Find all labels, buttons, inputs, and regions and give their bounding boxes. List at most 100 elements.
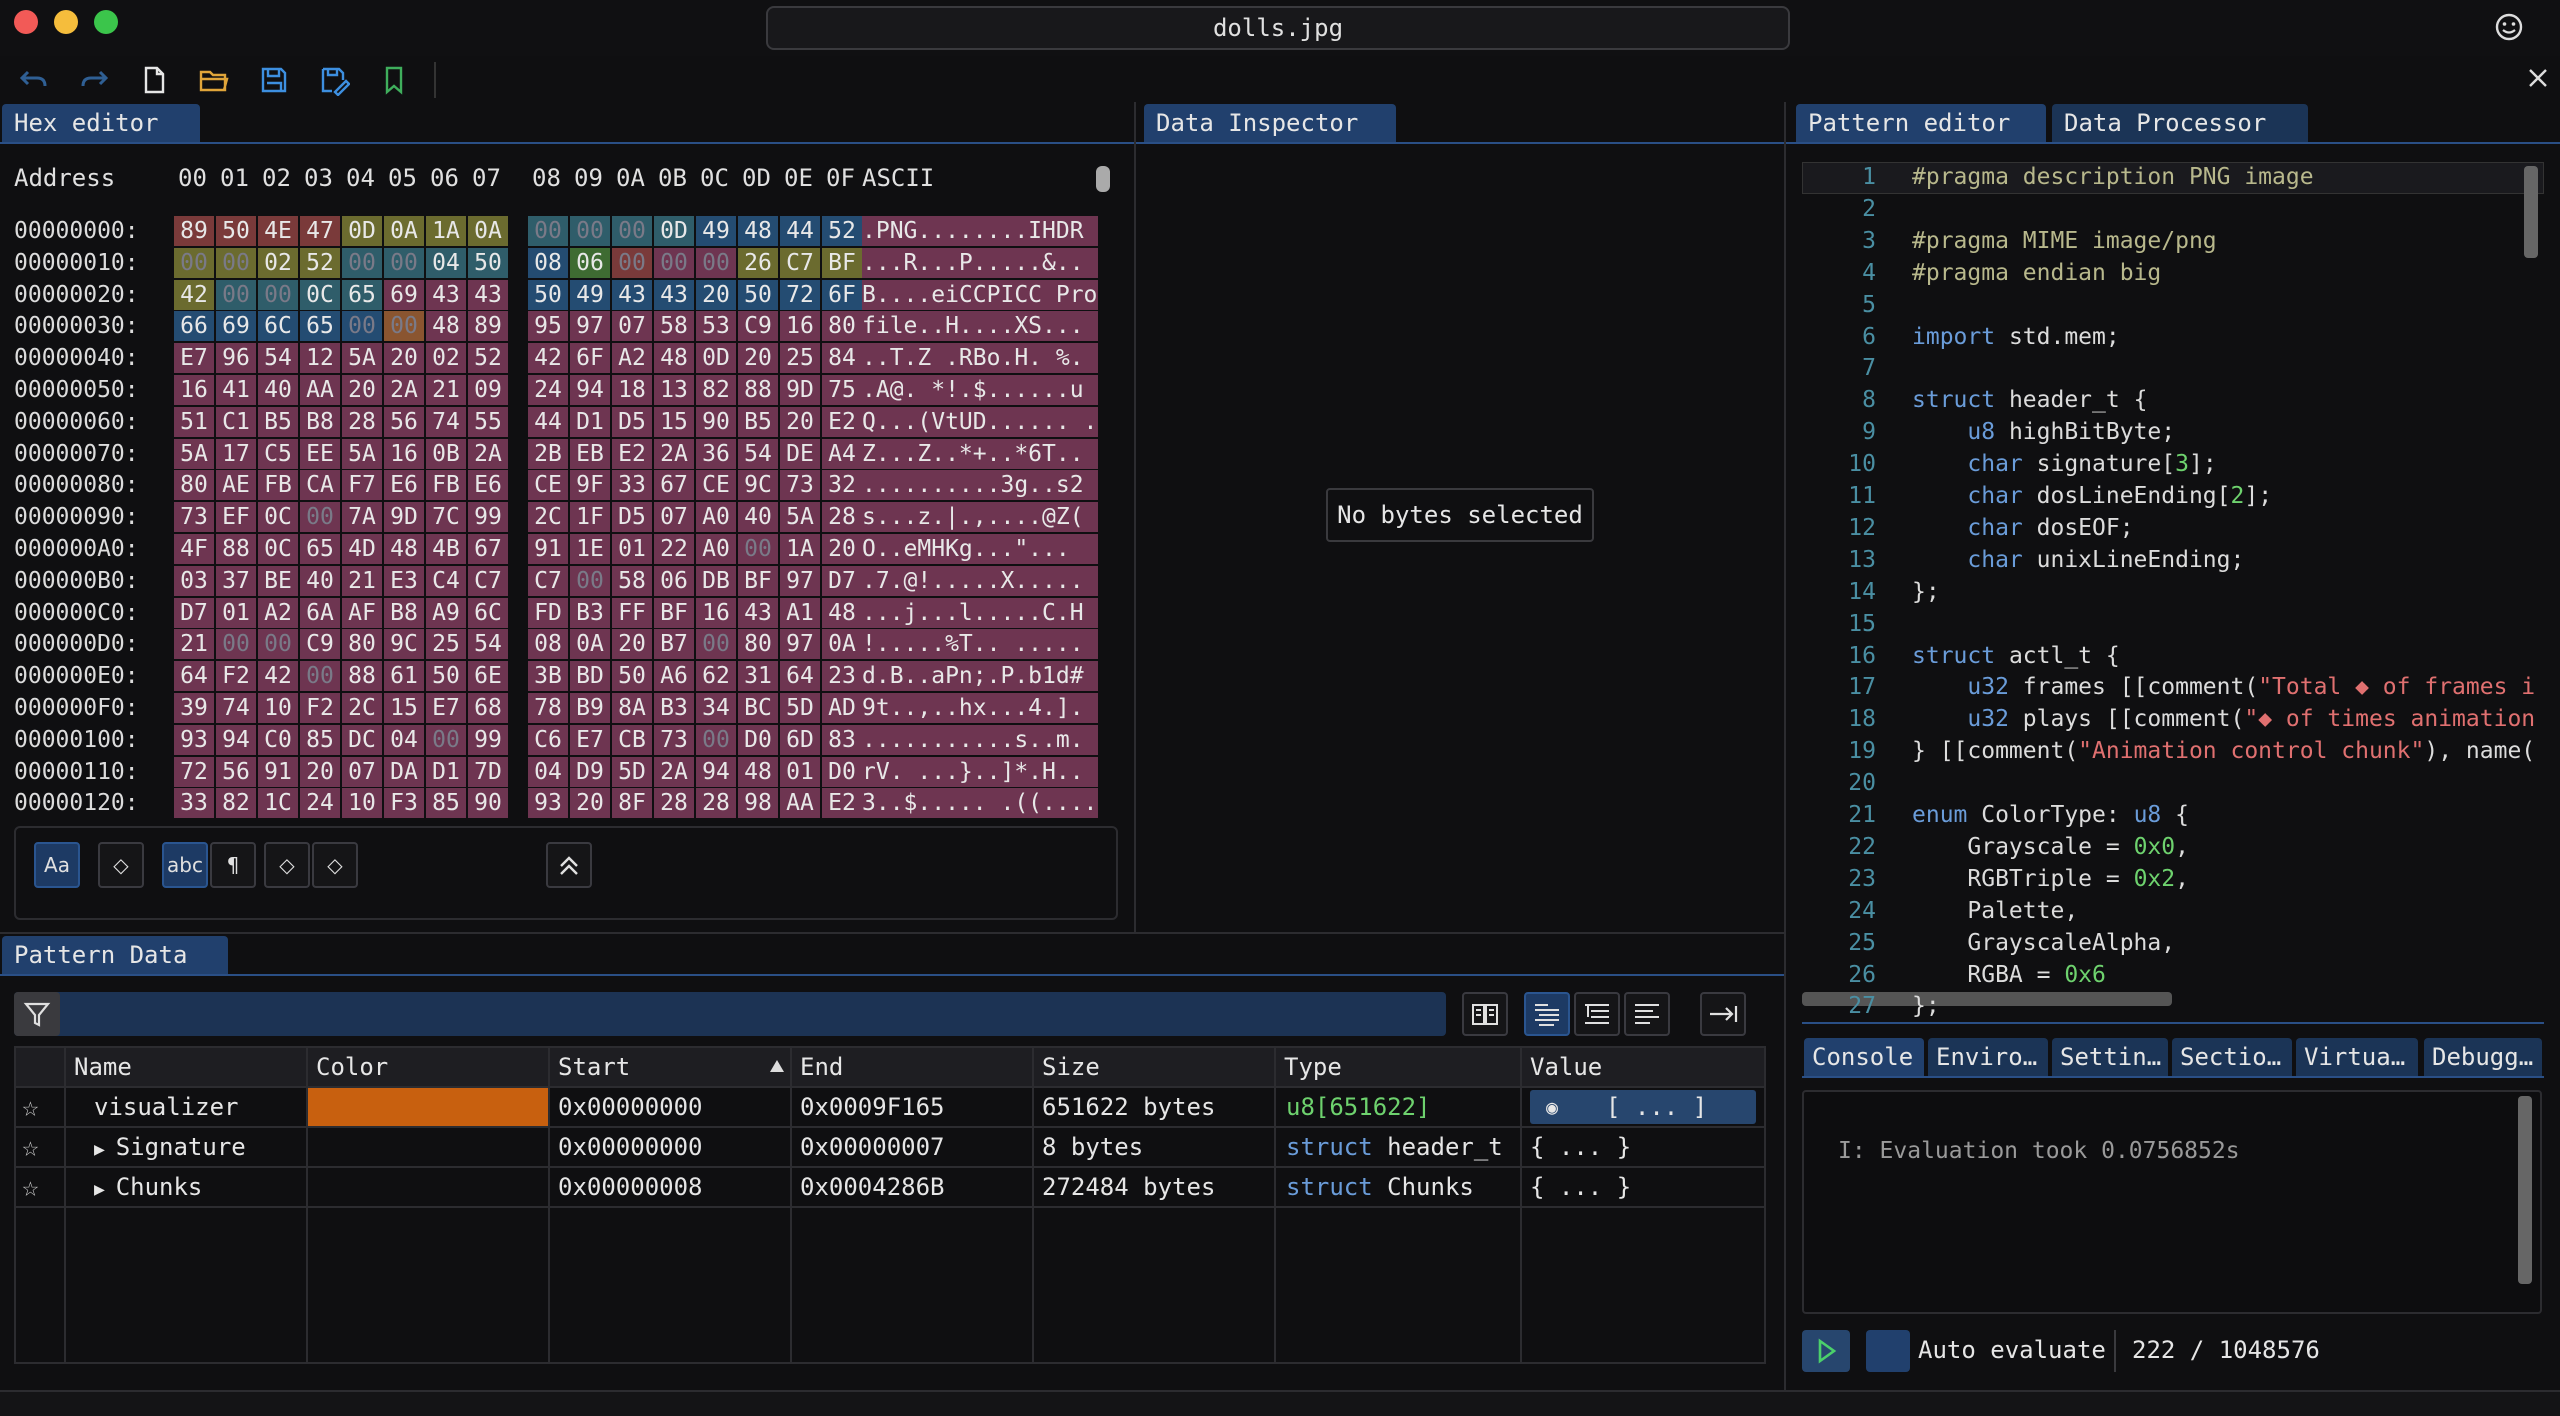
divider[interactable] bbox=[1134, 102, 1136, 932]
hex-byte[interactable]: 43 bbox=[468, 279, 508, 310]
hex-row[interactable]: 000000F0: 39 74 10 F2 2C 15 E7 68 78 B9 8A B3 34 BC 5D A… bbox=[14, 693, 1098, 725]
column-header-value[interactable]: Value bbox=[1530, 1048, 1762, 1086]
code-line[interactable]: 3 #pragma MIME image/png bbox=[1796, 228, 2217, 260]
hex-byte[interactable]: 00 bbox=[696, 247, 736, 278]
hex-byte[interactable]: 3B bbox=[528, 661, 568, 692]
hex-byte[interactable]: CE bbox=[696, 470, 736, 501]
hex-row[interactable]: 00000000: 89 50 4E 47 0D 0A 1A 0A 00 00 00 0D 49 48 44 5… bbox=[14, 216, 1098, 248]
hex-row[interactable]: 00000080: 80 AE FB CA F7 E6 FB E6 CE 9F 33 67 CE 9C 73 3… bbox=[14, 470, 1098, 502]
hex-byte[interactable]: 8A bbox=[612, 693, 652, 723]
hex-byte[interactable]: 20 bbox=[384, 343, 424, 374]
hex-byte[interactable]: 39 bbox=[174, 693, 214, 723]
hex-byte[interactable]: B3 bbox=[654, 693, 694, 723]
hex-byte[interactable]: A2 bbox=[258, 597, 298, 628]
hex-byte[interactable]: 00 bbox=[612, 247, 652, 278]
hex-byte[interactable]: 54 bbox=[258, 343, 298, 374]
hex-byte[interactable]: 65 bbox=[300, 534, 340, 564]
hex-byte[interactable]: 2A bbox=[468, 438, 508, 469]
hex-ascii[interactable]: ...........s..m. bbox=[862, 724, 1098, 755]
hex-byte[interactable]: 20 bbox=[696, 279, 736, 310]
tab-enviro[interactable]: Enviro… bbox=[1928, 1038, 2048, 1076]
hex-byte[interactable]: 89 bbox=[468, 311, 508, 342]
hex-byte[interactable]: 32 bbox=[822, 470, 862, 501]
hex-byte[interactable]: C6 bbox=[528, 724, 568, 755]
hex-byte[interactable]: 85 bbox=[300, 724, 340, 755]
run-button[interactable] bbox=[1802, 1330, 1850, 1372]
hex-byte[interactable]: 00 bbox=[570, 565, 610, 596]
view-tree-button[interactable] bbox=[1574, 992, 1620, 1036]
hex-byte[interactable]: 48 bbox=[738, 756, 778, 787]
hex-byte[interactable]: 48 bbox=[426, 311, 466, 342]
hex-byte[interactable]: 52 bbox=[300, 247, 340, 278]
code-line[interactable]: 27}; bbox=[1796, 993, 1939, 1025]
hex-byte[interactable]: 74 bbox=[426, 406, 466, 437]
hex-byte[interactable]: 20 bbox=[738, 343, 778, 374]
hex-byte[interactable]: 58 bbox=[612, 565, 652, 596]
hex-byte[interactable]: 17 bbox=[216, 438, 256, 469]
hex-byte[interactable]: A9 bbox=[426, 597, 466, 628]
hex-byte[interactable]: 02 bbox=[258, 247, 298, 278]
hex-byte[interactable]: 97 bbox=[780, 565, 820, 596]
hex-byte[interactable]: 37 bbox=[216, 565, 256, 596]
hex-byte[interactable]: 16 bbox=[780, 311, 820, 342]
hex-byte[interactable]: E7 bbox=[426, 693, 466, 723]
hex-byte[interactable]: A1 bbox=[780, 597, 820, 628]
hex-byte[interactable]: 50 bbox=[426, 661, 466, 692]
save-as-icon[interactable] bbox=[318, 64, 350, 96]
minimize-window-button[interactable] bbox=[54, 10, 78, 34]
hex-byte[interactable]: 07 bbox=[612, 311, 652, 342]
hex-byte[interactable]: CB bbox=[612, 724, 652, 755]
hex-byte[interactable]: A6 bbox=[654, 661, 694, 692]
save-icon[interactable] bbox=[258, 64, 290, 96]
code-line[interactable]: 9 u8 highBitByte; bbox=[1796, 419, 2175, 451]
column-header-end[interactable]: End bbox=[800, 1048, 1030, 1086]
hex-byte[interactable]: 83 bbox=[822, 724, 862, 755]
hex-byte[interactable]: 7C bbox=[426, 502, 466, 533]
hex-byte[interactable]: 99 bbox=[468, 502, 508, 533]
hex-byte[interactable]: 00 bbox=[426, 724, 466, 755]
hex-byte[interactable]: 0D bbox=[696, 343, 736, 374]
hex-byte[interactable]: 65 bbox=[300, 311, 340, 342]
hex-byte[interactable]: DE bbox=[780, 438, 820, 469]
tab-pattern-data[interactable]: Pattern Data bbox=[2, 936, 228, 974]
hex-byte[interactable]: 0C bbox=[258, 502, 298, 533]
hex-byte[interactable]: 02 bbox=[426, 343, 466, 374]
hex-byte[interactable]: 69 bbox=[384, 279, 424, 310]
hex-byte[interactable]: 40 bbox=[300, 565, 340, 596]
hex-ascii[interactable]: O..eMHKg..."... bbox=[862, 534, 1098, 564]
hex-byte[interactable]: 82 bbox=[216, 788, 256, 819]
hex-byte[interactable]: 65 bbox=[342, 279, 382, 310]
hex-byte[interactable]: FF bbox=[612, 597, 652, 628]
hex-byte[interactable]: 9D bbox=[384, 502, 424, 533]
zoom-window-button[interactable] bbox=[94, 10, 118, 34]
expand-arrow-icon[interactable]: ▶ bbox=[94, 1139, 116, 1160]
hex-byte[interactable]: E2 bbox=[822, 406, 862, 437]
hex-byte[interactable]: 00 bbox=[654, 247, 694, 278]
hex-byte[interactable]: 2C bbox=[342, 693, 382, 723]
hex-byte[interactable]: C7 bbox=[468, 565, 508, 596]
hex-byte[interactable]: 00 bbox=[216, 279, 256, 310]
hex-byte[interactable]: 94 bbox=[696, 756, 736, 787]
hex-byte[interactable]: AE bbox=[216, 470, 256, 501]
tab-hex-editor[interactable]: Hex editor bbox=[2, 104, 200, 142]
hex-byte[interactable]: 80 bbox=[342, 629, 382, 660]
hex-byte[interactable]: 2C bbox=[528, 502, 568, 533]
hex-byte[interactable]: 4F bbox=[174, 534, 214, 564]
hex-ascii[interactable]: .7.@!.....X..... bbox=[862, 565, 1098, 596]
hex-byte[interactable]: 84 bbox=[822, 343, 862, 374]
hex-byte[interactable]: 9C bbox=[738, 470, 778, 501]
hex-byte[interactable]: DA bbox=[384, 756, 424, 787]
hex-byte[interactable]: BF bbox=[738, 565, 778, 596]
hex-byte[interactable]: 1F bbox=[570, 502, 610, 533]
hex-byte[interactable]: CE bbox=[528, 470, 568, 501]
jump-to-button[interactable] bbox=[1700, 992, 1746, 1036]
tab-pattern-editor[interactable]: Pattern editor bbox=[1796, 104, 2046, 142]
hex-byte[interactable]: 25 bbox=[780, 343, 820, 374]
hex-byte[interactable]: 73 bbox=[654, 724, 694, 755]
hex-row[interactable]: 000000D0: 21 00 00 C9 80 9C 25 54 08 0A 20 B7 00 80 97 0… bbox=[14, 629, 1098, 661]
hex-byte[interactable]: 1A bbox=[780, 534, 820, 564]
hex-byte[interactable]: 0D bbox=[342, 216, 382, 246]
code-line[interactable]: 19} [[comment("Animation control chunk")… bbox=[1796, 738, 2535, 770]
hex-byte[interactable]: 85 bbox=[426, 788, 466, 819]
hex-byte[interactable]: 6E bbox=[468, 661, 508, 692]
